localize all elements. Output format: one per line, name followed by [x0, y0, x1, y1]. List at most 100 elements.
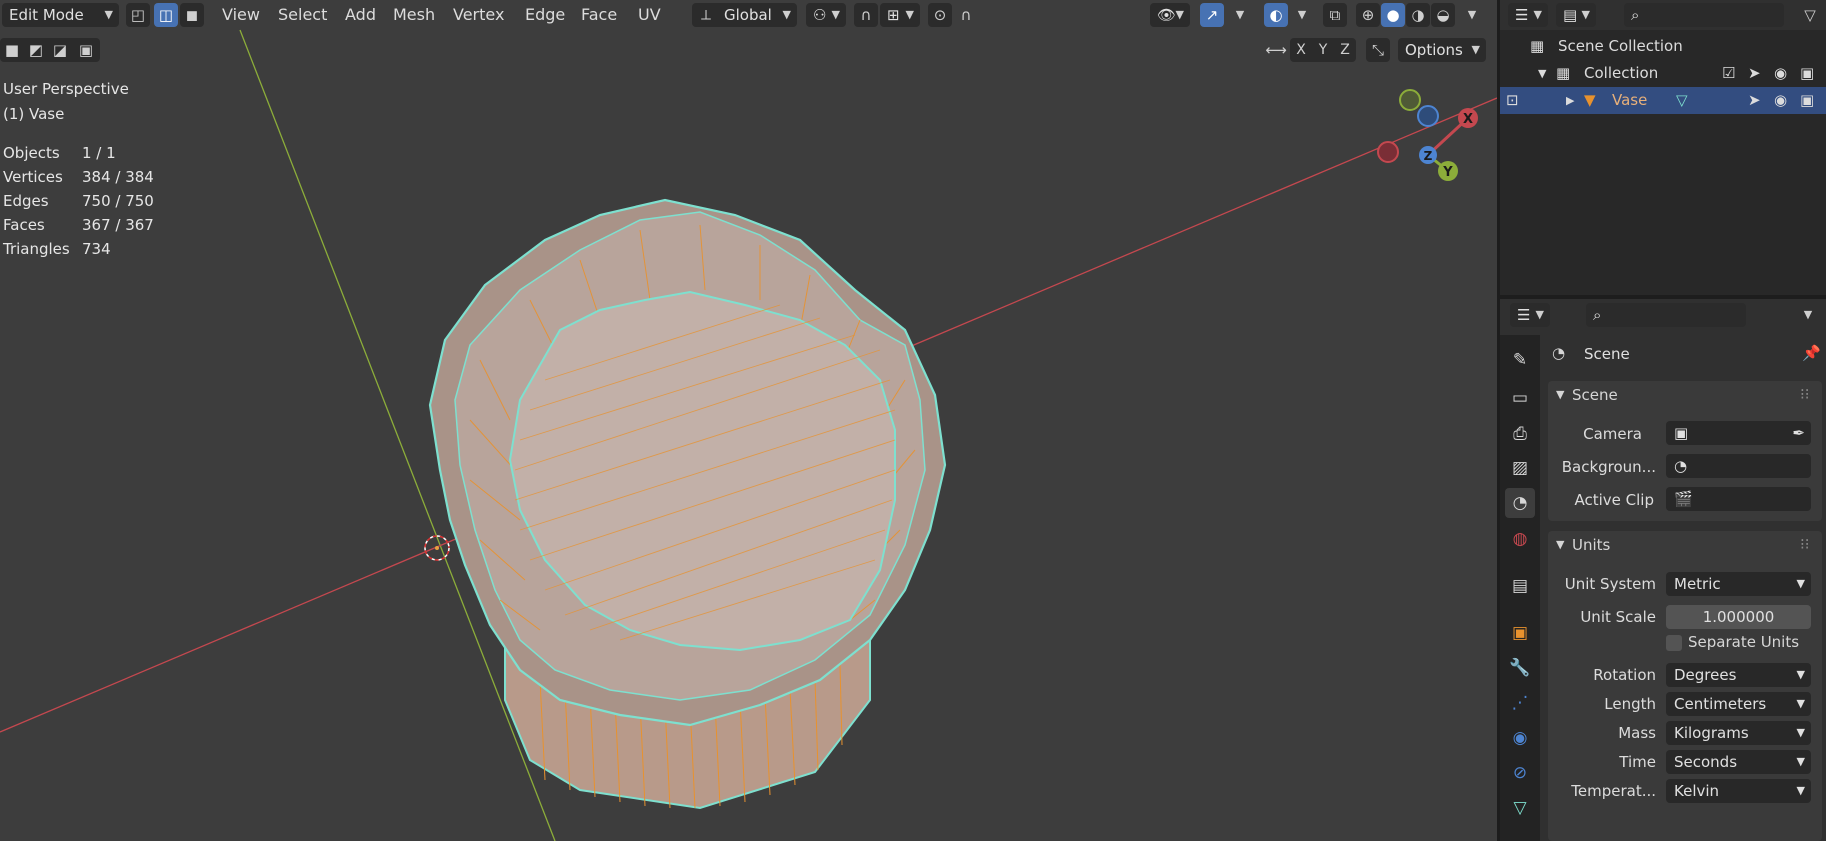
viewport-scene[interactable] [0, 0, 1497, 841]
mirror-x-button[interactable]: X [1290, 38, 1312, 62]
mode-dropdown[interactable]: Edit Mode ▼ [2, 3, 119, 27]
chevron-down-icon[interactable]: ▼ [1796, 303, 1820, 327]
outliner-row-collection[interactable]: ▼ ▦ Collection ☑ ➤ ◉ ▣ [1500, 60, 1826, 87]
wireframe-shading-button[interactable]: ⊕ [1356, 3, 1380, 27]
menu-select[interactable]: Select [278, 3, 327, 27]
select-arrow-icon[interactable]: ➤ [1748, 87, 1761, 114]
collection-tab[interactable]: ▤ [1505, 571, 1535, 601]
mass-dropdown[interactable]: Kilograms ▼ [1666, 721, 1811, 745]
filter-icon[interactable]: ▽ [1798, 3, 1822, 27]
checkbox-icon[interactable]: ☑ [1722, 60, 1735, 87]
world-tab[interactable]: ◍ [1505, 524, 1535, 554]
time-dropdown[interactable]: Seconds ▼ [1666, 750, 1811, 774]
xray-toggle[interactable]: ⧉ [1323, 3, 1347, 27]
modifier-tab[interactable]: 🔧 [1505, 653, 1535, 683]
material-shading-button[interactable]: ◑ [1406, 3, 1430, 27]
scene-tab[interactable]: ◔ [1505, 488, 1535, 518]
visibility-dropdown[interactable]: 👁 ▼ [1150, 3, 1190, 27]
object-tab[interactable]: ▣ [1505, 618, 1535, 648]
edge-select-button[interactable]: ◫ [154, 3, 178, 27]
auto-merge-icon: ⤡ [1371, 41, 1384, 59]
properties-icon: ☰ [1517, 306, 1531, 324]
object-icon: ▣ [1511, 623, 1529, 643]
scene-panel-title[interactable]: Scene [1572, 386, 1618, 404]
gizmo-dropdown[interactable]: ▼ [1228, 3, 1252, 27]
material-sphere-icon: ◑ [1411, 6, 1425, 24]
temperature-dropdown[interactable]: Kelvin ▼ [1666, 779, 1811, 803]
rotation-dropdown[interactable]: Degrees ▼ [1666, 663, 1811, 687]
expand-arrow-icon[interactable]: ▶ [1566, 87, 1574, 114]
units-panel-title[interactable]: Units [1572, 536, 1610, 554]
view-layer-tab[interactable]: ▨ [1505, 453, 1535, 483]
camera-field[interactable]: ▣ ✒ [1666, 421, 1811, 445]
length-dropdown[interactable]: Centimeters ▼ [1666, 692, 1811, 716]
navigation-gizmo[interactable]: X Z Y [1370, 80, 1495, 190]
menu-edge[interactable]: Edge [525, 3, 565, 27]
drag-handle-icon[interactable]: ⁝⁝ [1800, 535, 1810, 553]
menu-face[interactable]: Face [581, 3, 617, 27]
shading-dropdown[interactable]: ▼ [1460, 3, 1484, 27]
pin-icon[interactable]: 📌 [1802, 344, 1821, 362]
eyedropper-icon[interactable]: ✒ [1792, 421, 1805, 445]
collapse-arrow-icon[interactable]: ▼ [1556, 388, 1564, 401]
physics-tab[interactable]: ◉ [1505, 723, 1535, 753]
tool-tab[interactable]: ✎ [1505, 345, 1535, 375]
chevron-down-icon: ▼ [831, 8, 840, 21]
menu-vertex[interactable]: Vertex [453, 3, 504, 27]
menu-mesh[interactable]: Mesh [393, 3, 435, 27]
unit-system-dropdown[interactable]: Metric ▼ [1666, 572, 1811, 596]
chevron-down-icon: ▼ [1796, 755, 1805, 768]
unit-scale-input[interactable]: 1.000000 [1666, 605, 1811, 629]
solid-sphere-icon: ● [1386, 6, 1400, 24]
pivot-point-dropdown[interactable]: ⚇ ▼ [806, 3, 846, 27]
eye-icon[interactable]: ◉ [1774, 87, 1787, 114]
edge-select-icon: ◫ [158, 6, 174, 24]
edit-mode-icon[interactable]: ⊡ [1506, 87, 1519, 114]
menu-add[interactable]: Add [345, 3, 376, 27]
gizmo-toggle[interactable]: ↗ [1200, 3, 1224, 27]
mirror-z-button[interactable]: Z [1334, 38, 1356, 62]
options-dropdown[interactable]: Options ▼ [1398, 38, 1486, 62]
time-label: Time [1619, 753, 1656, 771]
auto-merge-toggle[interactable]: ⤡ [1366, 38, 1390, 62]
separate-units-checkbox[interactable] [1666, 635, 1682, 651]
outliner-row-vase[interactable]: ⊡ ▶ ▼ Vase ▽ ➤ ◉ ▣ [1500, 87, 1826, 114]
select-arrow-icon[interactable]: ➤ [1748, 60, 1761, 87]
overlays-toggle[interactable]: ◐ [1264, 3, 1288, 27]
transform-orientation-dropdown[interactable]: ⟂ Global ▼ [692, 3, 797, 27]
outliner-search-input[interactable]: ⌕ [1624, 3, 1784, 27]
outliner-row-scene-collection[interactable]: ▦ Scene Collection [1500, 33, 1826, 60]
menu-uv[interactable]: UV [638, 3, 661, 27]
render-tab[interactable]: ▭ [1505, 383, 1535, 413]
display-mode-dropdown[interactable]: ▤ ▼ [1556, 3, 1596, 27]
face-select-button[interactable]: ◼ [180, 3, 204, 27]
particles-tab[interactable]: ⋰ [1505, 688, 1535, 718]
vertex-select-button[interactable]: ◰ [126, 3, 150, 27]
collapse-arrow-icon[interactable]: ▼ [1556, 538, 1564, 551]
constraints-tab[interactable]: ⊘ [1505, 758, 1535, 788]
properties-search-input[interactable]: ⌕ [1586, 303, 1746, 327]
select-mode-tools[interactable]: ■ ◩ ◪ ▣ [0, 38, 100, 62]
data-tab[interactable]: ▽ [1505, 793, 1535, 823]
active-clip-field[interactable]: 🎬 [1666, 487, 1811, 511]
camera-icon[interactable]: ▣ [1800, 60, 1814, 87]
mirror-y-button[interactable]: Y [1312, 38, 1334, 62]
rendered-shading-button[interactable]: ◒ [1431, 3, 1455, 27]
output-tab[interactable]: ⎙ [1505, 419, 1535, 449]
eye-icon[interactable]: ◉ [1774, 60, 1787, 87]
mirror-icon[interactable]: ⟷ [1264, 38, 1288, 62]
outliner-editor-type[interactable]: ☰ ▼ [1508, 3, 1548, 27]
expand-arrow-icon[interactable]: ▼ [1538, 60, 1546, 87]
properties-editor-type[interactable]: ☰ ▼ [1510, 303, 1550, 327]
overlays-dropdown[interactable]: ▼ [1290, 3, 1314, 27]
falloff-dropdown[interactable]: ∩ [954, 3, 978, 27]
background-scene-field[interactable]: ◔ [1666, 454, 1811, 478]
proportional-edit-toggle[interactable]: ⊙ [928, 3, 952, 27]
3d-viewport[interactable]: Edit Mode ▼ ◰ ◫ ◼ View Select Add Mesh Ve… [0, 0, 1497, 841]
snap-toggle[interactable]: ∩ [854, 3, 878, 27]
snap-target-dropdown[interactable]: ⊞ ▼ [880, 3, 920, 27]
menu-view[interactable]: View [222, 3, 260, 27]
solid-shading-button[interactable]: ● [1381, 3, 1405, 27]
camera-icon[interactable]: ▣ [1800, 87, 1814, 114]
drag-handle-icon[interactable]: ⁝⁝ [1800, 385, 1810, 403]
